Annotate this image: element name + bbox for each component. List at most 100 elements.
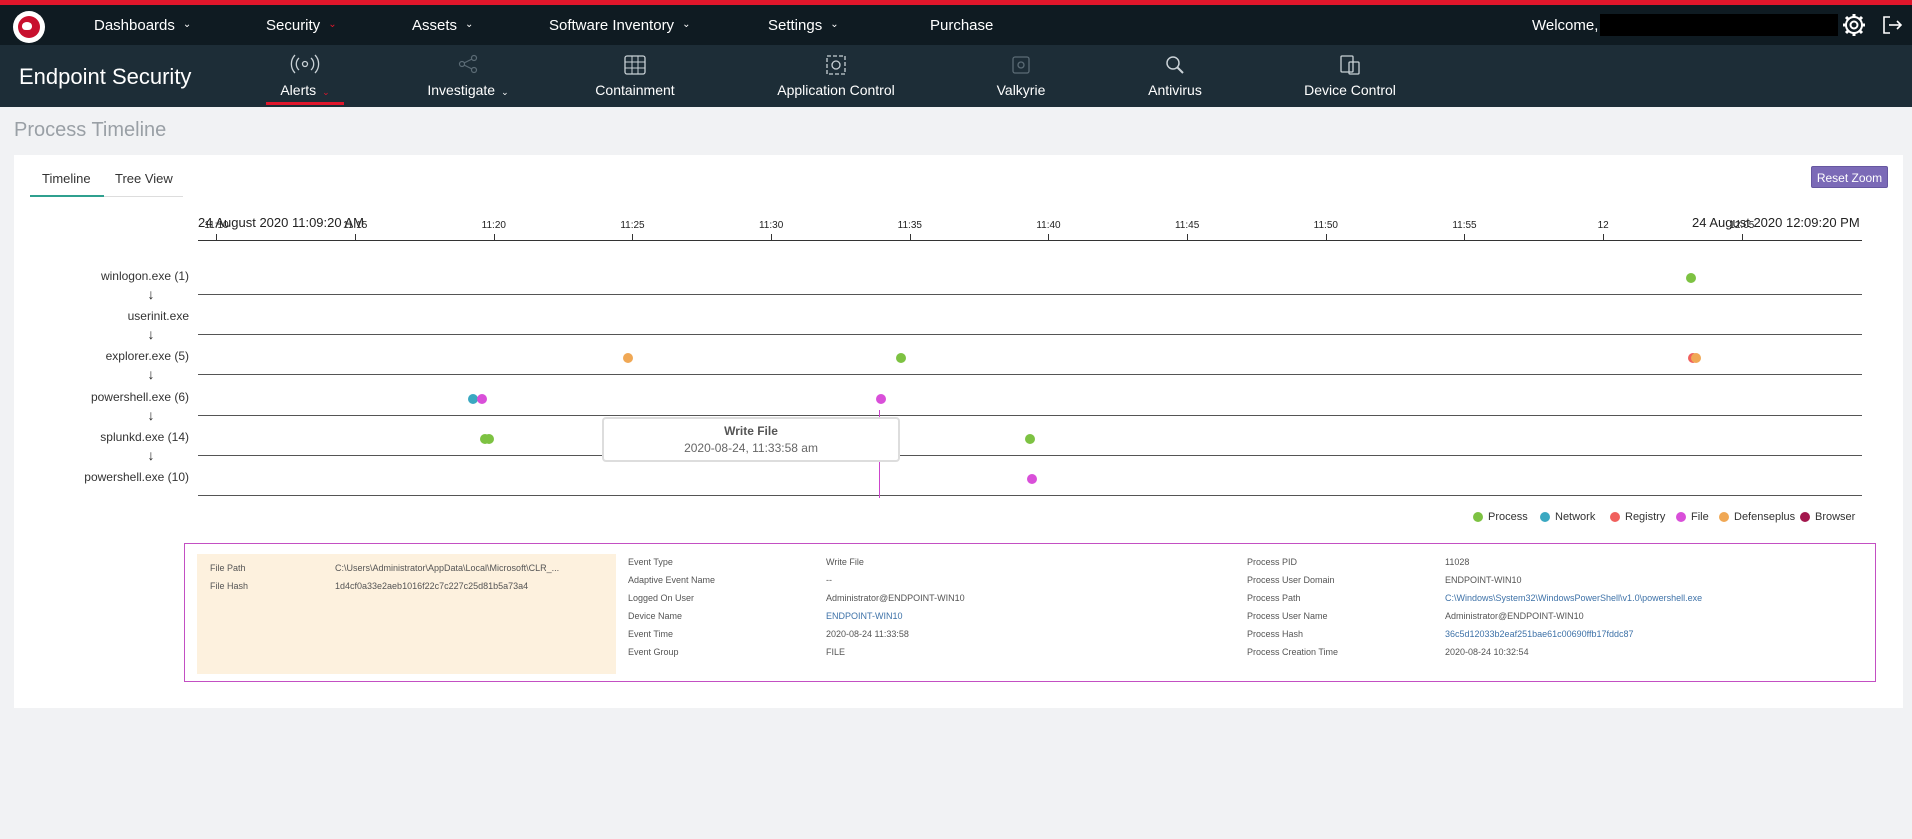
- detail-value: ENDPOINT-WIN10: [1445, 575, 1522, 585]
- legend-browser[interactable]: Browser: [1800, 511, 1855, 523]
- arrow-down-icon: ↓: [147, 406, 155, 423]
- detail-value: 11028: [1445, 557, 1470, 567]
- detail-key: Process Path: [1247, 593, 1301, 603]
- page-title: Process Timeline: [14, 119, 167, 141]
- timeline-card: Timeline Tree View Reset Zoom 24 August …: [14, 155, 1903, 708]
- redacted-username: [1600, 14, 1838, 36]
- welcome-text: Welcome,: [1532, 16, 1599, 34]
- event-dot-process[interactable]: [1685, 273, 1696, 283]
- globe-icon: [624, 55, 646, 75]
- nav-software-inventory[interactable]: Software Inventory ⌄: [549, 5, 690, 45]
- process-row-label[interactable]: powershell.exe (6): [14, 390, 189, 404]
- detail-key: Process PID: [1247, 557, 1298, 567]
- legend-file[interactable]: File: [1676, 511, 1709, 523]
- axis-tick-label: 11:35: [897, 220, 922, 231]
- chevron-down-icon: ⌄: [830, 18, 839, 30]
- axis-tick-label: 11:50: [1313, 220, 1338, 231]
- axis-tick: [1048, 234, 1050, 240]
- tab-tree-view[interactable]: Tree View: [115, 171, 173, 186]
- nav-settings[interactable]: Settings ⌄: [768, 5, 839, 45]
- detail-key: Event Time: [628, 629, 674, 639]
- event-dot-file[interactable]: [477, 393, 488, 404]
- nav-label: Settings: [768, 16, 823, 34]
- detail-value: 2020-08-24 11:33:58: [826, 629, 909, 639]
- nav-label: Dashboards: [94, 16, 175, 34]
- event-dot-process[interactable]: [484, 433, 495, 444]
- event-tooltip: Write File 2020-08-24, 11:33:58 am: [602, 417, 900, 462]
- chevron-down-icon: ⌄: [182, 18, 192, 30]
- process-row-label[interactable]: winlogon.exe (1): [14, 269, 189, 283]
- axis-tick: [493, 234, 495, 240]
- detail-key: Process User Domain: [1247, 575, 1335, 585]
- nav-purchase[interactable]: Purchase: [930, 5, 993, 45]
- product-title: Endpoint Security: [19, 64, 192, 89]
- subnav-containment[interactable]: Containment: [585, 45, 685, 107]
- gear-icon[interactable]: [1840, 11, 1868, 39]
- process-row-label[interactable]: splunkd.exe (14): [14, 430, 189, 444]
- reset-zoom-button[interactable]: Reset Zoom: [1811, 166, 1888, 188]
- legend-swatch: [1719, 512, 1729, 522]
- legend-process[interactable]: Process: [1473, 511, 1528, 523]
- event-dot-file[interactable]: [876, 393, 887, 404]
- nav-security[interactable]: Security ⌄: [266, 5, 337, 45]
- subnav-alerts[interactable]: Alerts ⌄: [266, 45, 344, 107]
- arrow-down-icon: ↓: [147, 326, 155, 343]
- event-dot-process[interactable]: [895, 353, 906, 364]
- arrow-down-icon: ↓: [147, 286, 155, 302]
- legend-network[interactable]: Network: [1540, 511, 1595, 523]
- detail-value: C:\Users\Administrator\AppData\Local\Mic…: [335, 563, 560, 573]
- event-dot-process[interactable]: [1025, 433, 1035, 444]
- axis-tick: [355, 234, 357, 240]
- nav-assets[interactable]: Assets ⌄: [412, 5, 473, 45]
- axis-line: [198, 240, 1862, 241]
- process-hash-link[interactable]: 36c5d12033b2eaf251bae61c00690ffb17fddc87: [1445, 629, 1634, 639]
- event-dot-defenseplus[interactable]: [622, 353, 633, 364]
- subnav-device-control[interactable]: Device Control: [1295, 45, 1405, 107]
- detail-key: Process User Name: [1247, 611, 1328, 621]
- legend-label: Process: [1488, 511, 1528, 523]
- logout-icon[interactable]: [1878, 11, 1906, 39]
- legend-defenseplus[interactable]: Defenseplus: [1719, 511, 1795, 523]
- process-path-link[interactable]: C:\Windows\System32\WindowsPowerShell\v1…: [1445, 593, 1702, 603]
- time-axis: 11:10 11:15 11:20 11:25 11:30 11:35 11:40 11:45…: [198, 220, 1862, 245]
- axis-tick: [1464, 234, 1466, 240]
- nav-label: Assets: [412, 16, 458, 34]
- detail-value: Administrator@ENDPOINT-WIN10: [1445, 611, 1584, 621]
- logo[interactable]: [13, 11, 45, 43]
- legend-swatch: [1800, 512, 1810, 522]
- process-row-line: [198, 454, 1862, 456]
- detail-key: Event Type: [628, 557, 673, 567]
- subnav-label: Application Control: [777, 82, 895, 98]
- nav-dashboards[interactable]: Dashboards ⌄: [94, 5, 191, 45]
- detail-key: Adaptive Event Name: [628, 575, 716, 585]
- event-dot-file[interactable]: [1027, 474, 1038, 484]
- subnav-label: Containment: [595, 82, 675, 98]
- axis-tick-label: 11:45: [1174, 220, 1200, 231]
- signal-icon: [290, 54, 320, 74]
- legend-label: Registry: [1625, 511, 1666, 523]
- axis-tick-label: 11:40: [1036, 220, 1061, 231]
- legend-label: Defenseplus: [1734, 511, 1796, 523]
- subnav-antivirus[interactable]: Antivirus: [1140, 45, 1210, 107]
- process-row-label[interactable]: userinit.exe: [14, 309, 189, 323]
- axis-tick: [909, 234, 911, 240]
- active-tab-indicator: [30, 195, 104, 197]
- process-row-label[interactable]: explorer.exe (5): [14, 349, 189, 363]
- subnav-valkyrie[interactable]: Valkyrie: [990, 45, 1052, 107]
- detail-key: File Hash: [210, 581, 249, 591]
- detail-value: 2020-08-24 10:32:54: [1445, 647, 1529, 657]
- file-info-box: File Path C:\Users\Administrator\AppData…: [197, 554, 616, 674]
- process-row-label[interactable]: powershell.exe (10): [14, 470, 189, 484]
- device-name-link[interactable]: ENDPOINT-WIN10: [826, 611, 903, 621]
- nav-label: Purchase: [930, 16, 994, 34]
- subnav-application-control[interactable]: Application Control: [770, 45, 902, 107]
- subnav-investigate[interactable]: Investigate ⌄: [418, 45, 518, 107]
- detail-value: 1d4cf0a33e2aeb1016f22c7c227c25d81b5a73a4: [335, 581, 529, 591]
- tab-timeline[interactable]: Timeline: [42, 171, 91, 186]
- event-dot-defenseplus[interactable]: [1690, 353, 1701, 364]
- legend-registry[interactable]: Registry: [1610, 511, 1665, 523]
- tooltip-title: Write File: [724, 424, 778, 438]
- axis-tick: [1741, 234, 1743, 240]
- detail-value: Write File: [826, 557, 864, 567]
- axis-tick: [1187, 234, 1189, 240]
